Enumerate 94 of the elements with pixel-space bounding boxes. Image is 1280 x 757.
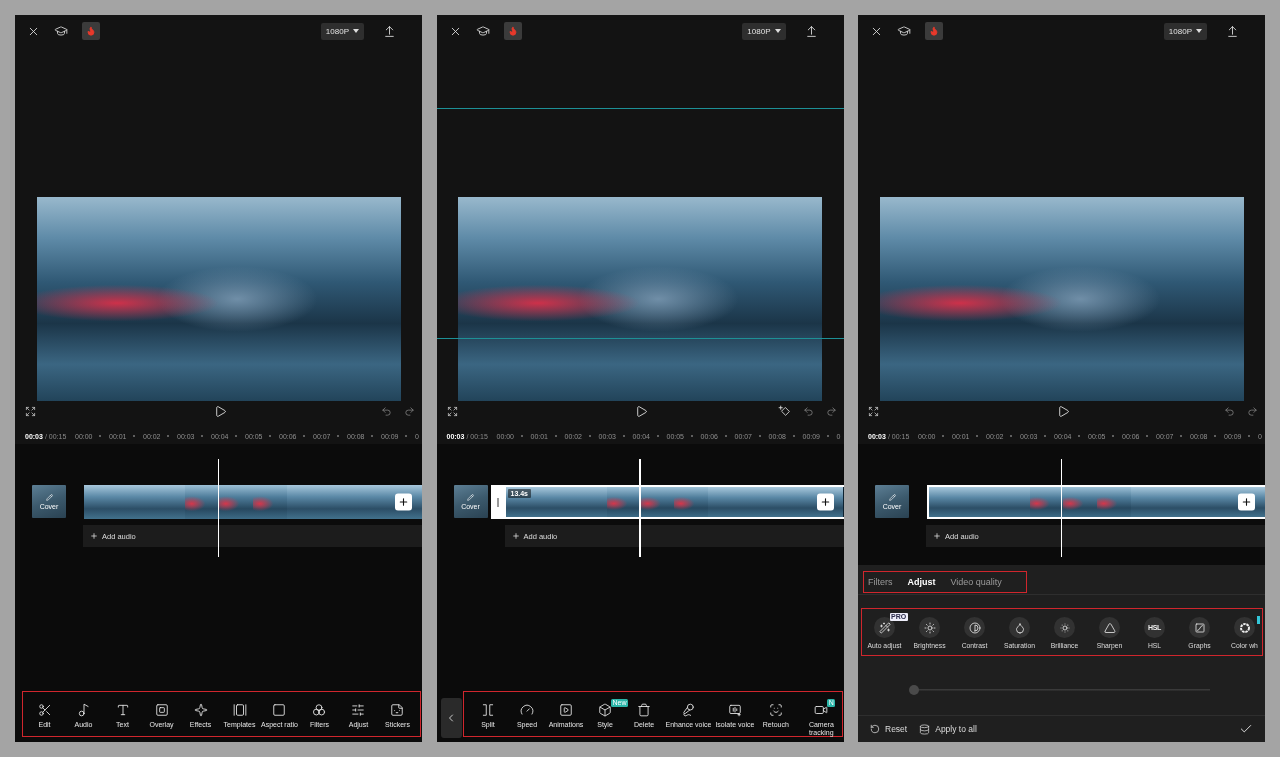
plus-icon xyxy=(90,532,98,540)
scissors-icon xyxy=(37,703,52,717)
frame-thumbnail xyxy=(674,487,709,517)
frame-thumbnail xyxy=(253,485,287,519)
graduation-cap-icon[interactable] xyxy=(475,24,490,38)
frame-thumbnail xyxy=(185,485,220,519)
droplet-icon xyxy=(1009,617,1030,638)
graduation-cap-icon[interactable] xyxy=(897,24,911,38)
video-clip[interactable] xyxy=(927,485,1265,519)
reset-button[interactable]: Reset xyxy=(870,724,908,734)
tab[interactable]: Filters xyxy=(868,577,893,587)
magic-wand-icon xyxy=(874,617,895,638)
frame-thumbnail xyxy=(1130,487,1165,517)
add-clip-button[interactable] xyxy=(395,493,412,511)
frame-thumbnail xyxy=(1063,487,1097,517)
apply-to-all-button[interactable]: Apply to all xyxy=(919,723,977,735)
sun-dim-icon xyxy=(1054,617,1075,638)
slider-thumb[interactable] xyxy=(909,685,919,695)
tab[interactable]: Adjust xyxy=(907,577,936,587)
upload-icon[interactable] xyxy=(383,24,396,38)
frame-thumbnail xyxy=(606,487,641,517)
play-icon[interactable] xyxy=(1056,404,1070,418)
curve-graph-icon xyxy=(1189,617,1210,638)
frame-thumbnail xyxy=(929,487,963,517)
graduation-cap-icon[interactable] xyxy=(54,24,68,38)
resolution-button[interactable]: 1080P xyxy=(742,22,786,40)
video-camera-icon xyxy=(814,703,829,717)
video-clip[interactable] xyxy=(84,485,422,519)
undo-icon[interactable] xyxy=(802,405,814,417)
letter-t-icon xyxy=(115,703,130,717)
trim-handle[interactable] xyxy=(490,487,506,517)
plus-icon xyxy=(1241,496,1252,508)
sparkle-icon xyxy=(193,703,208,717)
gallery-icon xyxy=(232,703,247,717)
square-icon xyxy=(272,703,287,717)
caret-icon xyxy=(774,29,781,33)
frame-thumbnail xyxy=(84,485,118,519)
three-circles-icon xyxy=(312,703,327,717)
fullscreen-icon[interactable] xyxy=(25,405,36,417)
frame-thumbnail xyxy=(219,485,253,519)
play-icon[interactable] xyxy=(635,404,648,418)
play-square-icon xyxy=(559,703,573,717)
add-clip-button[interactable] xyxy=(1238,493,1255,511)
redo-icon[interactable] xyxy=(825,405,837,417)
face-scan-icon xyxy=(768,703,783,717)
pencil-icon xyxy=(45,493,53,501)
plus-icon xyxy=(933,532,941,540)
redo-icon[interactable] xyxy=(404,405,415,417)
frame-thumbnail xyxy=(505,487,540,517)
flame-icon[interactable] xyxy=(925,22,943,40)
sun-icon xyxy=(919,617,940,638)
waveform-screen-icon xyxy=(727,703,742,717)
frame-thumbnail xyxy=(573,487,607,517)
check-icon[interactable] xyxy=(1239,722,1253,736)
frame-thumbnail xyxy=(640,487,675,517)
pencil-icon xyxy=(467,493,474,501)
upload-icon[interactable] xyxy=(804,24,818,38)
plus-icon xyxy=(819,496,831,508)
redo-icon[interactable] xyxy=(1247,405,1258,417)
flame-icon[interactable] xyxy=(503,22,522,40)
sticker-icon xyxy=(390,703,405,717)
frame-thumbnail xyxy=(1096,487,1131,517)
resolution-button[interactable]: 1080P xyxy=(1163,22,1207,40)
microphone-icon xyxy=(681,703,696,717)
frame-thumbnail xyxy=(286,485,321,519)
frame-thumbnail xyxy=(151,485,186,519)
sliders-icon xyxy=(351,703,366,717)
caret-icon xyxy=(1196,29,1202,33)
plus-icon xyxy=(511,532,520,540)
fullscreen-icon[interactable] xyxy=(868,405,879,417)
gauge-icon xyxy=(520,703,534,717)
undo-icon[interactable] xyxy=(1224,405,1235,417)
keyframe-icon[interactable] xyxy=(777,404,791,418)
ring-icon xyxy=(1234,617,1255,638)
contrast-icon xyxy=(964,617,985,638)
frame-thumbnail xyxy=(708,487,743,517)
undo-icon[interactable] xyxy=(381,405,392,417)
plus-icon xyxy=(398,496,409,508)
play-icon[interactable] xyxy=(213,404,227,418)
reset-icon xyxy=(870,724,880,734)
upload-icon[interactable] xyxy=(1226,24,1239,38)
tab[interactable]: Video quality xyxy=(950,577,1002,587)
trash-icon xyxy=(637,703,651,717)
pencil-icon xyxy=(888,493,896,501)
music-note-icon xyxy=(76,703,91,717)
caret-icon xyxy=(353,29,359,33)
cube-icon xyxy=(598,703,612,717)
split-icon xyxy=(481,703,495,717)
flame-icon[interactable] xyxy=(82,22,100,40)
frame-thumbnail xyxy=(996,487,1030,517)
fullscreen-icon[interactable] xyxy=(446,405,458,417)
resolution-button[interactable]: 1080P xyxy=(320,22,364,40)
database-icon xyxy=(919,723,931,735)
nested-squares-icon xyxy=(154,703,169,717)
